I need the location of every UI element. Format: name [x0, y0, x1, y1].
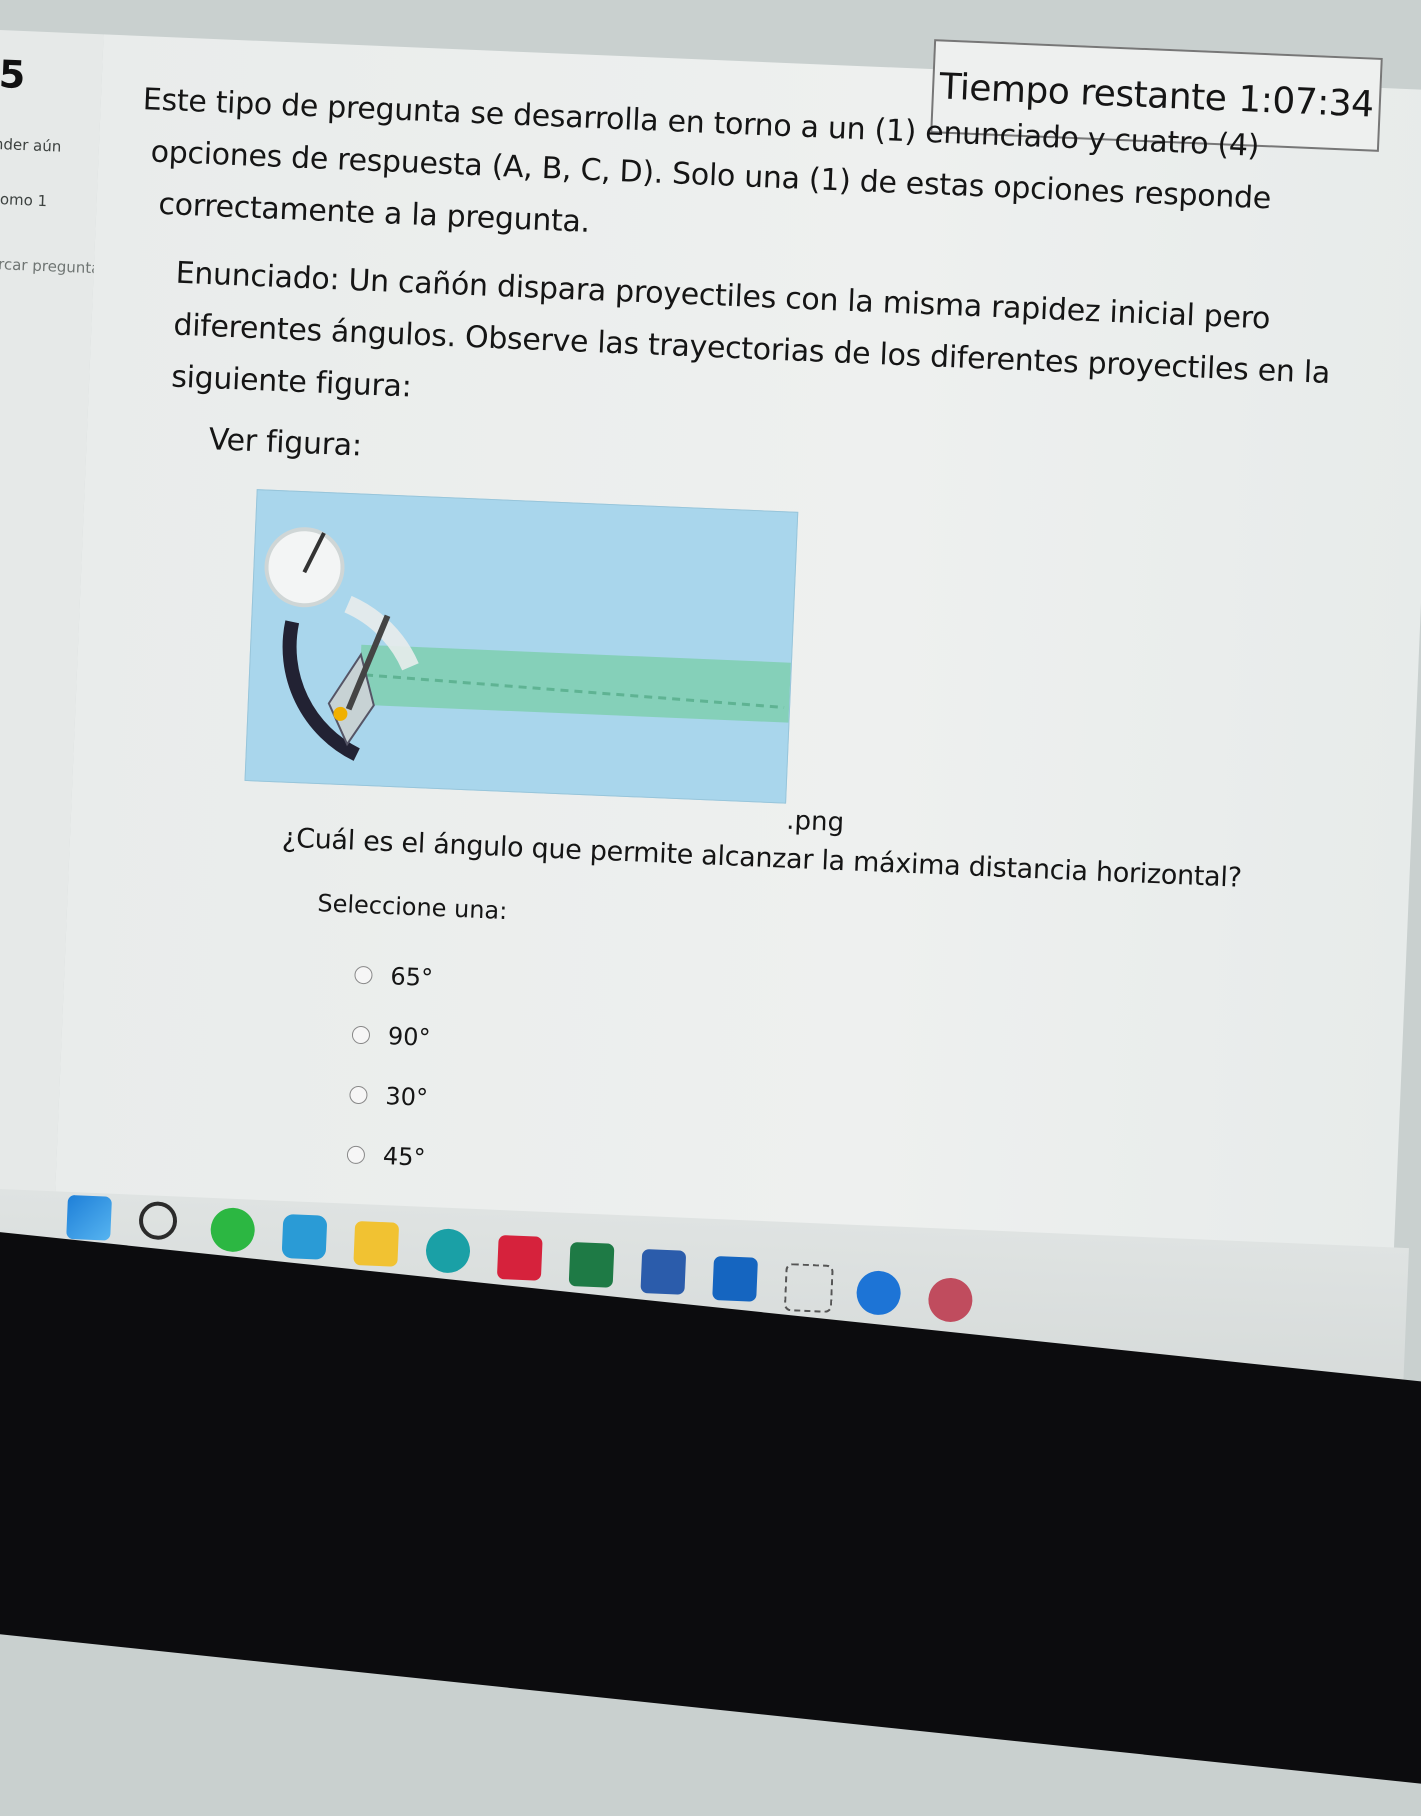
video-icon[interactable] — [496, 1234, 543, 1281]
outlook-icon[interactable] — [712, 1256, 758, 1302]
projectile-figure — [244, 489, 799, 804]
option-2-radio[interactable] — [351, 1025, 371, 1045]
option-1-radio[interactable] — [354, 965, 373, 985]
figure-prompt: Ver figura: — [208, 422, 363, 464]
app-icon[interactable] — [927, 1277, 974, 1323]
option-3-label[interactable]: 30° — [385, 1082, 429, 1112]
cannon-illustration — [245, 490, 798, 803]
option-3-radio[interactable] — [349, 1085, 368, 1105]
option-1[interactable]: 65° — [354, 961, 434, 992]
answer-status: nder aún — [0, 134, 62, 156]
search-icon[interactable] — [138, 1200, 178, 1241]
screen: 5 nder aún como 1 arcar pregunta Tiempo … — [0, 0, 1421, 1508]
question-text: ¿Cuál es el ángulo que permite alcanzar … — [281, 822, 1243, 894]
options-label: Seleccione una: — [316, 889, 508, 926]
option-4-radio[interactable] — [346, 1145, 366, 1165]
option-2[interactable]: 90° — [351, 1021, 431, 1052]
snipping-tool-icon[interactable] — [783, 1263, 834, 1313]
option-2-label[interactable]: 90° — [387, 1022, 431, 1052]
chrome-icon[interactable] — [855, 1270, 902, 1316]
excel-icon[interactable] — [568, 1241, 615, 1288]
question-number: 5 — [0, 52, 27, 98]
question-content: Tiempo restante 1:07:34 Este tipo de pre… — [52, 34, 1421, 1310]
option-4-label[interactable]: 45° — [382, 1142, 426, 1172]
question-points: como 1 — [0, 189, 48, 211]
option-4[interactable]: 45° — [346, 1141, 426, 1172]
chat-icon[interactable] — [281, 1213, 328, 1260]
timer-value: 1:07:34 — [1237, 78, 1375, 126]
start-icon[interactable] — [66, 1194, 112, 1241]
whatsapp-icon[interactable] — [209, 1206, 256, 1253]
edge-icon[interactable] — [425, 1227, 471, 1274]
angle-dial — [264, 527, 345, 608]
option-3[interactable]: 30° — [349, 1081, 429, 1112]
flag-question-link[interactable]: arcar pregunta — [0, 255, 101, 278]
word-icon[interactable] — [640, 1248, 687, 1295]
file-explorer-icon[interactable] — [353, 1220, 400, 1267]
option-1-label[interactable]: 65° — [390, 962, 434, 992]
